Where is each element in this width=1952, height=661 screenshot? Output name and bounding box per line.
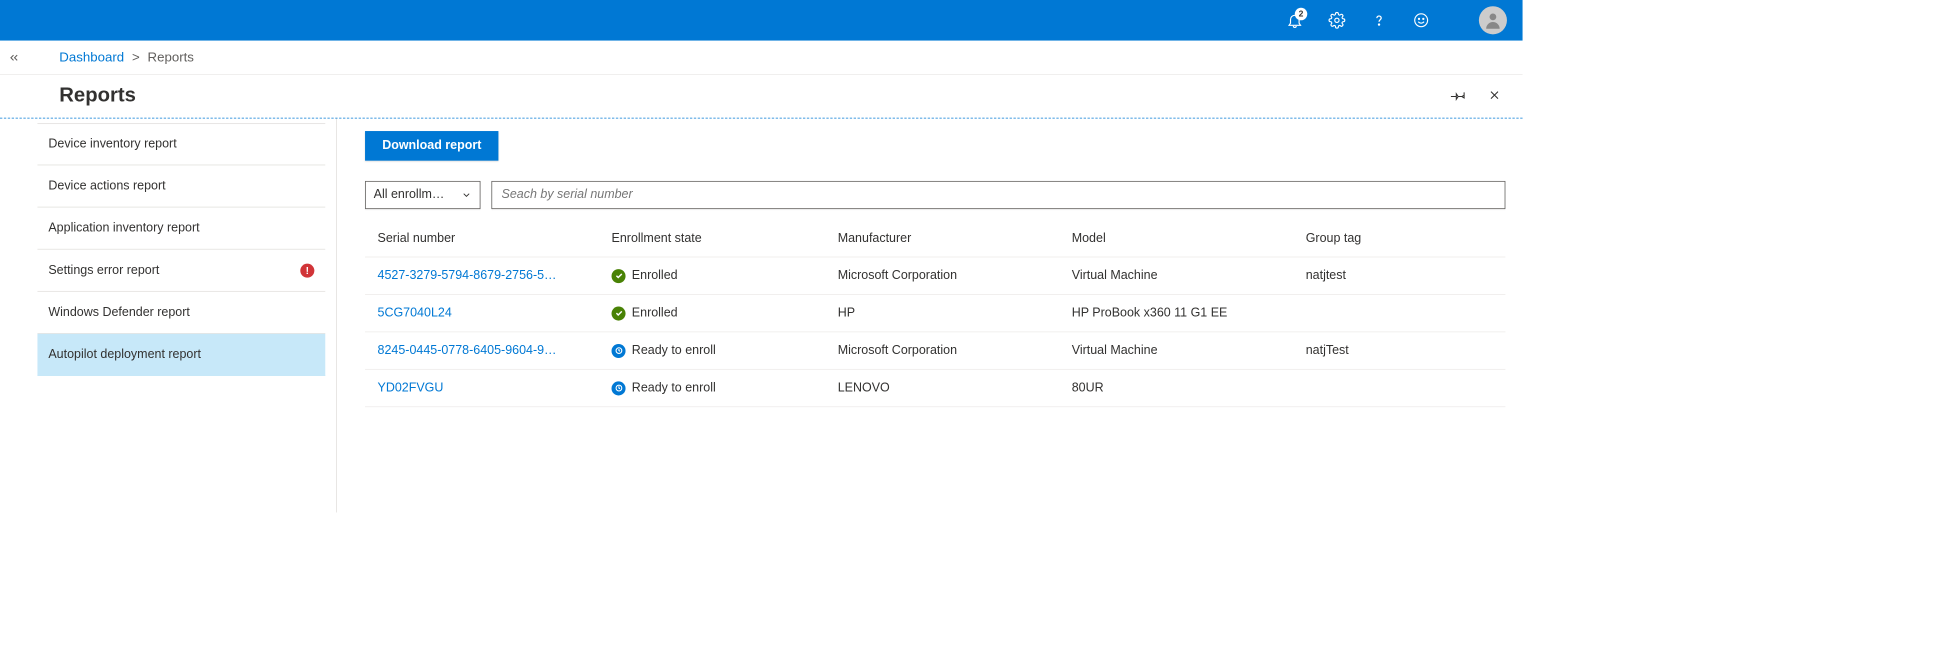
sidebar-item-label: Autopilot deployment report bbox=[48, 347, 201, 361]
breadcrumb: Dashboard > Reports bbox=[28, 50, 194, 66]
exclamation-icon: ! bbox=[306, 264, 309, 276]
title-row: Reports bbox=[0, 75, 1523, 119]
clock-icon bbox=[612, 344, 626, 358]
error-badge: ! bbox=[300, 263, 314, 277]
cell-model: HP ProBook x360 11 G1 EE bbox=[1072, 306, 1306, 320]
close-icon bbox=[1487, 88, 1501, 102]
cell-serial-link[interactable]: 4527-3279-5794-8679-2756-5… bbox=[378, 269, 612, 283]
question-icon bbox=[1370, 12, 1387, 29]
cell-model: 80UR bbox=[1072, 381, 1306, 395]
cell-serial-link[interactable]: YD02FVGU bbox=[378, 381, 612, 395]
sidebar-item-windows-defender[interactable]: Windows Defender report bbox=[37, 292, 325, 334]
sidebar-item-device-actions[interactable]: Device actions report bbox=[37, 165, 325, 207]
autopilot-table: Serial number Enrollment state Manufactu… bbox=[365, 220, 1505, 407]
cell-state: Enrolled bbox=[612, 306, 838, 320]
col-header-model[interactable]: Model bbox=[1072, 231, 1306, 245]
breadcrumb-separator: > bbox=[132, 50, 140, 66]
sidebar-item-application-inventory[interactable]: Application inventory report bbox=[37, 207, 325, 249]
gear-icon bbox=[1328, 12, 1345, 29]
cell-manufacturer: LENOVO bbox=[838, 381, 1072, 395]
enrollment-filter-dropdown[interactable]: All enrollm… bbox=[365, 181, 480, 209]
person-icon bbox=[1483, 10, 1503, 30]
notifications-button[interactable]: 2 bbox=[1279, 5, 1310, 36]
cell-serial-link[interactable]: 8245-0445-0778-6405-9604-9… bbox=[378, 344, 612, 358]
cell-state: Ready to enroll bbox=[612, 381, 838, 395]
checkmark-icon bbox=[612, 306, 626, 320]
sidebar-item-label: Settings error report bbox=[48, 263, 159, 277]
sidebar-item-autopilot-deployment[interactable]: Autopilot deployment report bbox=[37, 334, 325, 376]
table-row[interactable]: 8245-0445-0778-6405-9604-9… Ready to enr… bbox=[365, 332, 1505, 369]
cell-model: Virtual Machine bbox=[1072, 269, 1306, 283]
subheader: Dashboard > Reports bbox=[0, 41, 1523, 75]
col-header-group-tag[interactable]: Group tag bbox=[1306, 231, 1493, 245]
user-avatar[interactable] bbox=[1479, 6, 1507, 34]
sidebar-item-label: Windows Defender report bbox=[48, 305, 190, 319]
help-button[interactable] bbox=[1363, 5, 1394, 36]
sidebar-item-device-inventory[interactable]: Device inventory report bbox=[37, 123, 325, 165]
state-text: Enrolled bbox=[632, 306, 678, 320]
cell-state: Ready to enroll bbox=[612, 344, 838, 358]
pin-button[interactable] bbox=[1448, 84, 1470, 106]
chevron-left-double-icon bbox=[8, 51, 20, 63]
title-actions bbox=[1448, 84, 1506, 106]
download-report-button[interactable]: Download report bbox=[365, 131, 498, 161]
table-header: Serial number Enrollment state Manufactu… bbox=[365, 220, 1505, 257]
cell-state: Enrolled bbox=[612, 269, 838, 283]
state-text: Enrolled bbox=[632, 269, 678, 283]
sidebar-item-label: Application inventory report bbox=[48, 221, 199, 235]
settings-button[interactable] bbox=[1321, 5, 1352, 36]
notification-badge: 2 bbox=[1295, 8, 1307, 20]
chevron-down-icon bbox=[461, 190, 472, 201]
sidebar-item-settings-error[interactable]: Settings error report ! bbox=[37, 250, 325, 292]
clock-icon bbox=[612, 381, 626, 395]
state-text: Ready to enroll bbox=[632, 381, 716, 395]
breadcrumb-root-link[interactable]: Dashboard bbox=[59, 50, 124, 66]
sidebar-item-label: Device actions report bbox=[48, 179, 165, 193]
cell-manufacturer: HP bbox=[838, 306, 1072, 320]
feedback-button[interactable] bbox=[1406, 5, 1437, 36]
topbar: 2 bbox=[0, 0, 1523, 41]
col-header-manufacturer[interactable]: Manufacturer bbox=[838, 231, 1072, 245]
table-row[interactable]: 5CG7040L24 Enrolled HP HP ProBook x360 1… bbox=[365, 295, 1505, 332]
pin-icon bbox=[1451, 87, 1467, 103]
breadcrumb-current: Reports bbox=[148, 50, 194, 66]
checkmark-icon bbox=[612, 269, 626, 283]
col-header-state[interactable]: Enrollment state bbox=[612, 231, 838, 245]
state-text: Ready to enroll bbox=[632, 344, 716, 358]
smiley-icon bbox=[1413, 12, 1430, 29]
table-row[interactable]: 4527-3279-5794-8679-2756-5… Enrolled Mic… bbox=[365, 257, 1505, 294]
dropdown-label: All enrollm… bbox=[374, 188, 445, 202]
page-title: Reports bbox=[59, 83, 136, 107]
collapse-nav-button[interactable] bbox=[0, 40, 28, 74]
cell-manufacturer: Microsoft Corporation bbox=[838, 269, 1072, 283]
sidebar-item-label: Device inventory report bbox=[48, 137, 176, 151]
cell-group-tag: natjtest bbox=[1306, 269, 1493, 283]
serial-search-input[interactable] bbox=[491, 181, 1505, 209]
filter-row: All enrollm… bbox=[365, 181, 1505, 209]
close-button[interactable] bbox=[1484, 84, 1506, 106]
reports-sidebar: Device inventory report Device actions r… bbox=[28, 119, 337, 513]
cell-manufacturer: Microsoft Corporation bbox=[838, 344, 1072, 358]
cell-serial-link[interactable]: 5CG7040L24 bbox=[378, 306, 612, 320]
cell-model: Virtual Machine bbox=[1072, 344, 1306, 358]
table-row[interactable]: YD02FVGU Ready to enroll LENOVO 80UR bbox=[365, 370, 1505, 407]
content: Device inventory report Device actions r… bbox=[28, 119, 1522, 513]
main-panel: Download report All enrollm… Serial numb… bbox=[337, 119, 1523, 513]
col-header-serial[interactable]: Serial number bbox=[378, 231, 612, 245]
cell-group-tag: natjTest bbox=[1306, 344, 1493, 358]
